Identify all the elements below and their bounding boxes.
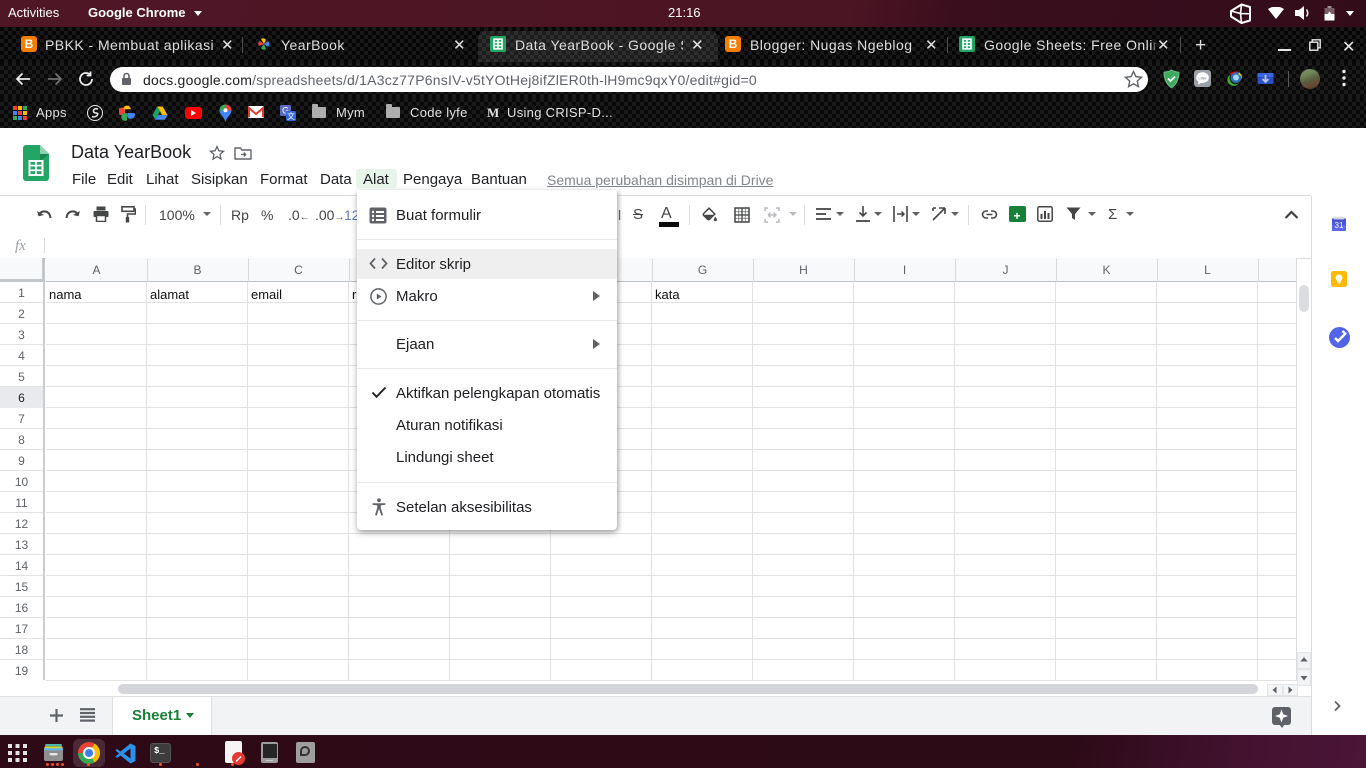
svg-text:文: 文	[287, 111, 295, 121]
svg-text:LINE: LINE	[1198, 76, 1207, 80]
svg-text:31: 31	[1335, 221, 1344, 230]
